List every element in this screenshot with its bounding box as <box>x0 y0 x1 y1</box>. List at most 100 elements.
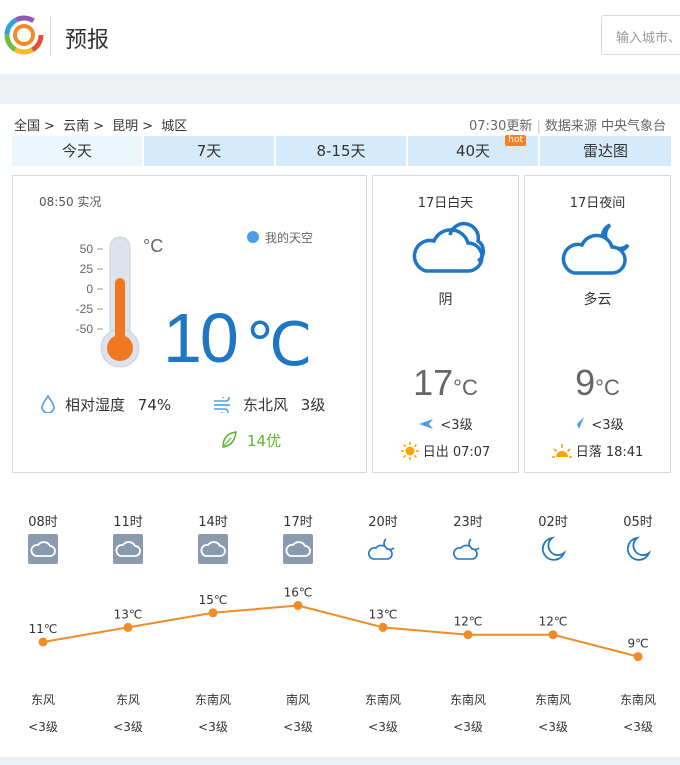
sunrise: 日出 07:07 <box>373 441 518 460</box>
tab-7days[interactable]: 7天 <box>144 136 274 166</box>
breadcrumb-item-city[interactable]: 昆明 <box>112 119 138 134</box>
humidity-value: 74% <box>137 396 172 414</box>
night-wind: <3级 <box>525 414 670 433</box>
tab-today[interactable]: 今天 <box>12 136 142 166</box>
day-title: 17日白天 <box>417 196 474 211</box>
hour-label: 08时 <box>28 515 58 530</box>
night-temp-value: 9 <box>575 362 596 403</box>
temperature-point <box>123 622 133 632</box>
hour-wind-level: <3级 <box>198 720 228 734</box>
night-temp-unit: °C <box>595 375 620 400</box>
hour-label: 02时 <box>538 515 568 530</box>
temperature-data-label: 9℃ <box>627 637 648 651</box>
night-wind-level: <3级 <box>591 418 624 433</box>
air-quality[interactable]: 14优 <box>221 430 281 451</box>
breadcrumb-item-district[interactable]: 城区 <box>161 119 187 134</box>
hour-wind-direction: 东风 <box>115 693 140 707</box>
sunrise-label: 日出 <box>422 445 449 460</box>
moon-icon <box>623 534 653 564</box>
my-sky-link[interactable]: 我的天空 <box>247 229 313 246</box>
temperature-point <box>633 652 643 662</box>
my-sky-label: 我的天空 <box>265 231 314 245</box>
tab-radar[interactable]: 雷达图 <box>540 136 671 166</box>
hour-label: 14时 <box>198 515 228 530</box>
hour-wind-direction: 东南风 <box>619 693 656 707</box>
moon-icon <box>538 534 568 564</box>
temperature-data-label: 13℃ <box>114 607 143 621</box>
night-condition: 多云 <box>583 292 612 308</box>
day-wind-level: <3级 <box>440 418 473 433</box>
hour-wind-direction: 东南风 <box>364 693 401 707</box>
bottom-band <box>0 757 680 765</box>
hour-wind-level: <3级 <box>368 720 398 734</box>
sunset-time: 18:41 <box>605 445 644 460</box>
cloudy-icon <box>373 221 518 281</box>
wind-level: 3级 <box>300 396 326 414</box>
therm-label-50: 50 <box>80 242 94 256</box>
night-forecast-panel: 17日夜间 多云 9°C <3级 日落 18:41 <box>524 175 671 473</box>
temperature-point <box>208 608 218 618</box>
hour-wind-level: <3级 <box>623 720 653 734</box>
day-temp-value: 17 <box>413 362 454 403</box>
day-temp-unit: °C <box>453 375 478 400</box>
source-name: 中央气象台 <box>600 119 666 134</box>
update-time: 07:30更新 <box>468 119 533 134</box>
day-wind: <3级 <box>373 414 518 433</box>
cloudy-night-icon <box>453 534 483 564</box>
temperature-data-label: 16℃ <box>284 586 313 600</box>
hour-label: 17时 <box>283 515 313 530</box>
cloudy-icon <box>198 534 228 564</box>
weather-logo-icon[interactable] <box>4 14 44 56</box>
tab-40days[interactable]: 40天 hot <box>408 135 538 166</box>
hour-wind-level: <3级 <box>113 720 143 734</box>
breadcrumb-item-province[interactable]: 云南 <box>63 119 89 134</box>
therm-unit: °C <box>143 236 163 256</box>
temperature-data-label: 12℃ <box>454 615 483 629</box>
aqi-value: 14优 <box>247 432 282 450</box>
top-bar: 预报 输入城市、 <box>0 0 680 74</box>
night-title: 17日夜间 <box>569 196 626 211</box>
sunset: 日落 18:41 <box>525 441 670 460</box>
therm-label-minus50: -50 <box>76 322 94 336</box>
tab-8-15days[interactable]: 8-15天 <box>276 136 406 166</box>
sunset-label: 日落 <box>575 445 602 460</box>
wind: 东北风 3级 <box>213 394 325 415</box>
sunrise-time: 07:07 <box>452 445 491 460</box>
cloudy-icon <box>113 534 143 564</box>
temperature-point <box>378 622 388 632</box>
humidity: 相对湿度 74% <box>41 394 171 415</box>
therm-label-minus25: -25 <box>76 302 94 316</box>
source-label: 数据来源 <box>544 119 597 134</box>
hour-label: 23时 <box>453 515 483 530</box>
current-temperature: 10 <box>163 299 239 377</box>
wind-arrow-icon <box>572 417 585 429</box>
temperature-data-label: 13℃ <box>369 607 398 621</box>
cloudy-night-icon <box>368 534 398 564</box>
breadcrumb-item-country[interactable]: 全国 <box>14 119 40 134</box>
hour-wind-level: <3级 <box>538 720 568 734</box>
day-temperature: 17°C <box>373 362 518 404</box>
city-search-input[interactable]: 输入城市、 <box>601 15 680 55</box>
page-title: 预报 <box>65 28 110 53</box>
leaf-icon <box>222 431 237 448</box>
hour-label: 11时 <box>113 515 143 530</box>
temperature-data-label: 12℃ <box>539 615 568 629</box>
current-temperature-unit: ℃ <box>245 311 313 378</box>
cloudy-icon <box>283 534 313 564</box>
therm-label-25: 25 <box>80 262 94 276</box>
current-conditions-panel: 08:50 实况 我的天空 50 25 0 -25 -50 °C 10 ℃ 相对… <box>12 175 367 473</box>
temperature-point <box>548 630 558 640</box>
temperature-point <box>293 601 303 610</box>
hour-wind-direction: 南风 <box>285 693 310 707</box>
day-forecast-panel: 17日白天 阴 17°C <3级 日出 07:07 <box>372 175 519 473</box>
hour-wind-direction: 东风 <box>30 693 55 707</box>
tab-40days-label: 40天 <box>455 142 491 160</box>
hour-wind-level: <3级 <box>28 720 58 734</box>
hourly-temperature-chart: 11℃ 13℃ 15℃ 16℃ 13℃ 12℃ 12℃ 9℃ <box>29 586 649 662</box>
hour-label: 20时 <box>368 515 398 530</box>
location-pin-icon <box>247 231 259 243</box>
hour-wind-direction: 东南风 <box>194 693 231 707</box>
header-divider <box>50 16 51 56</box>
hour-wind-direction: 东南风 <box>449 693 486 707</box>
hour-label: 05时 <box>623 515 653 530</box>
